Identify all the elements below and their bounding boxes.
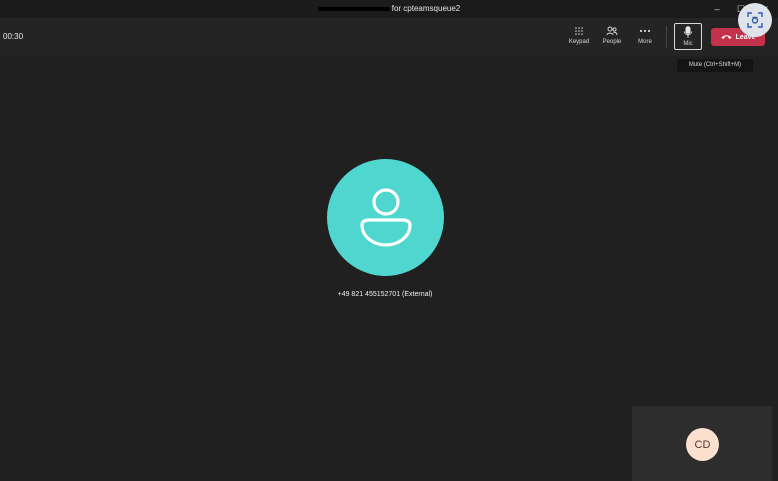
more-button[interactable]: More (628, 25, 662, 51)
people-icon (606, 26, 618, 36)
mic-button[interactable]: Mic (674, 23, 702, 50)
mic-tooltip: Mute (Ctrl+Shift+M) (677, 59, 753, 72)
title-bar: for cpteamsqueue2 – ☐ ✕ (0, 0, 778, 18)
toolbar-divider (666, 26, 667, 48)
more-label: More (638, 39, 652, 45)
caller-name: +49 821 455152701 (External) (337, 291, 433, 298)
people-button[interactable]: People (595, 25, 629, 51)
redacted-text (317, 6, 390, 11)
window-title: for cpteamsqueue2 (0, 4, 778, 13)
person-icon (359, 187, 412, 247)
keypad-label: Keypad (568, 39, 590, 45)
mic-label: Mic (683, 41, 693, 47)
caller-avatar (327, 159, 444, 276)
hang-up-icon (721, 35, 732, 39)
people-label: People (602, 39, 622, 45)
self-video-tile[interactable]: CD (632, 406, 772, 481)
self-avatar: CD (686, 428, 719, 461)
microphone-icon (684, 26, 692, 38)
screen-capture-icon (747, 12, 763, 28)
keypad-icon (575, 27, 583, 35)
call-timer: 00:30 (3, 32, 24, 41)
minimize-button[interactable]: – (712, 4, 722, 14)
keypad-button[interactable]: Keypad (562, 25, 596, 51)
screen-capture-button[interactable] (738, 3, 772, 37)
more-icon (639, 29, 651, 33)
window-title-text: for cpteamsqueue2 (391, 4, 461, 13)
call-toolbar: 00:30 Keypad People More Mic Leave (0, 18, 778, 56)
